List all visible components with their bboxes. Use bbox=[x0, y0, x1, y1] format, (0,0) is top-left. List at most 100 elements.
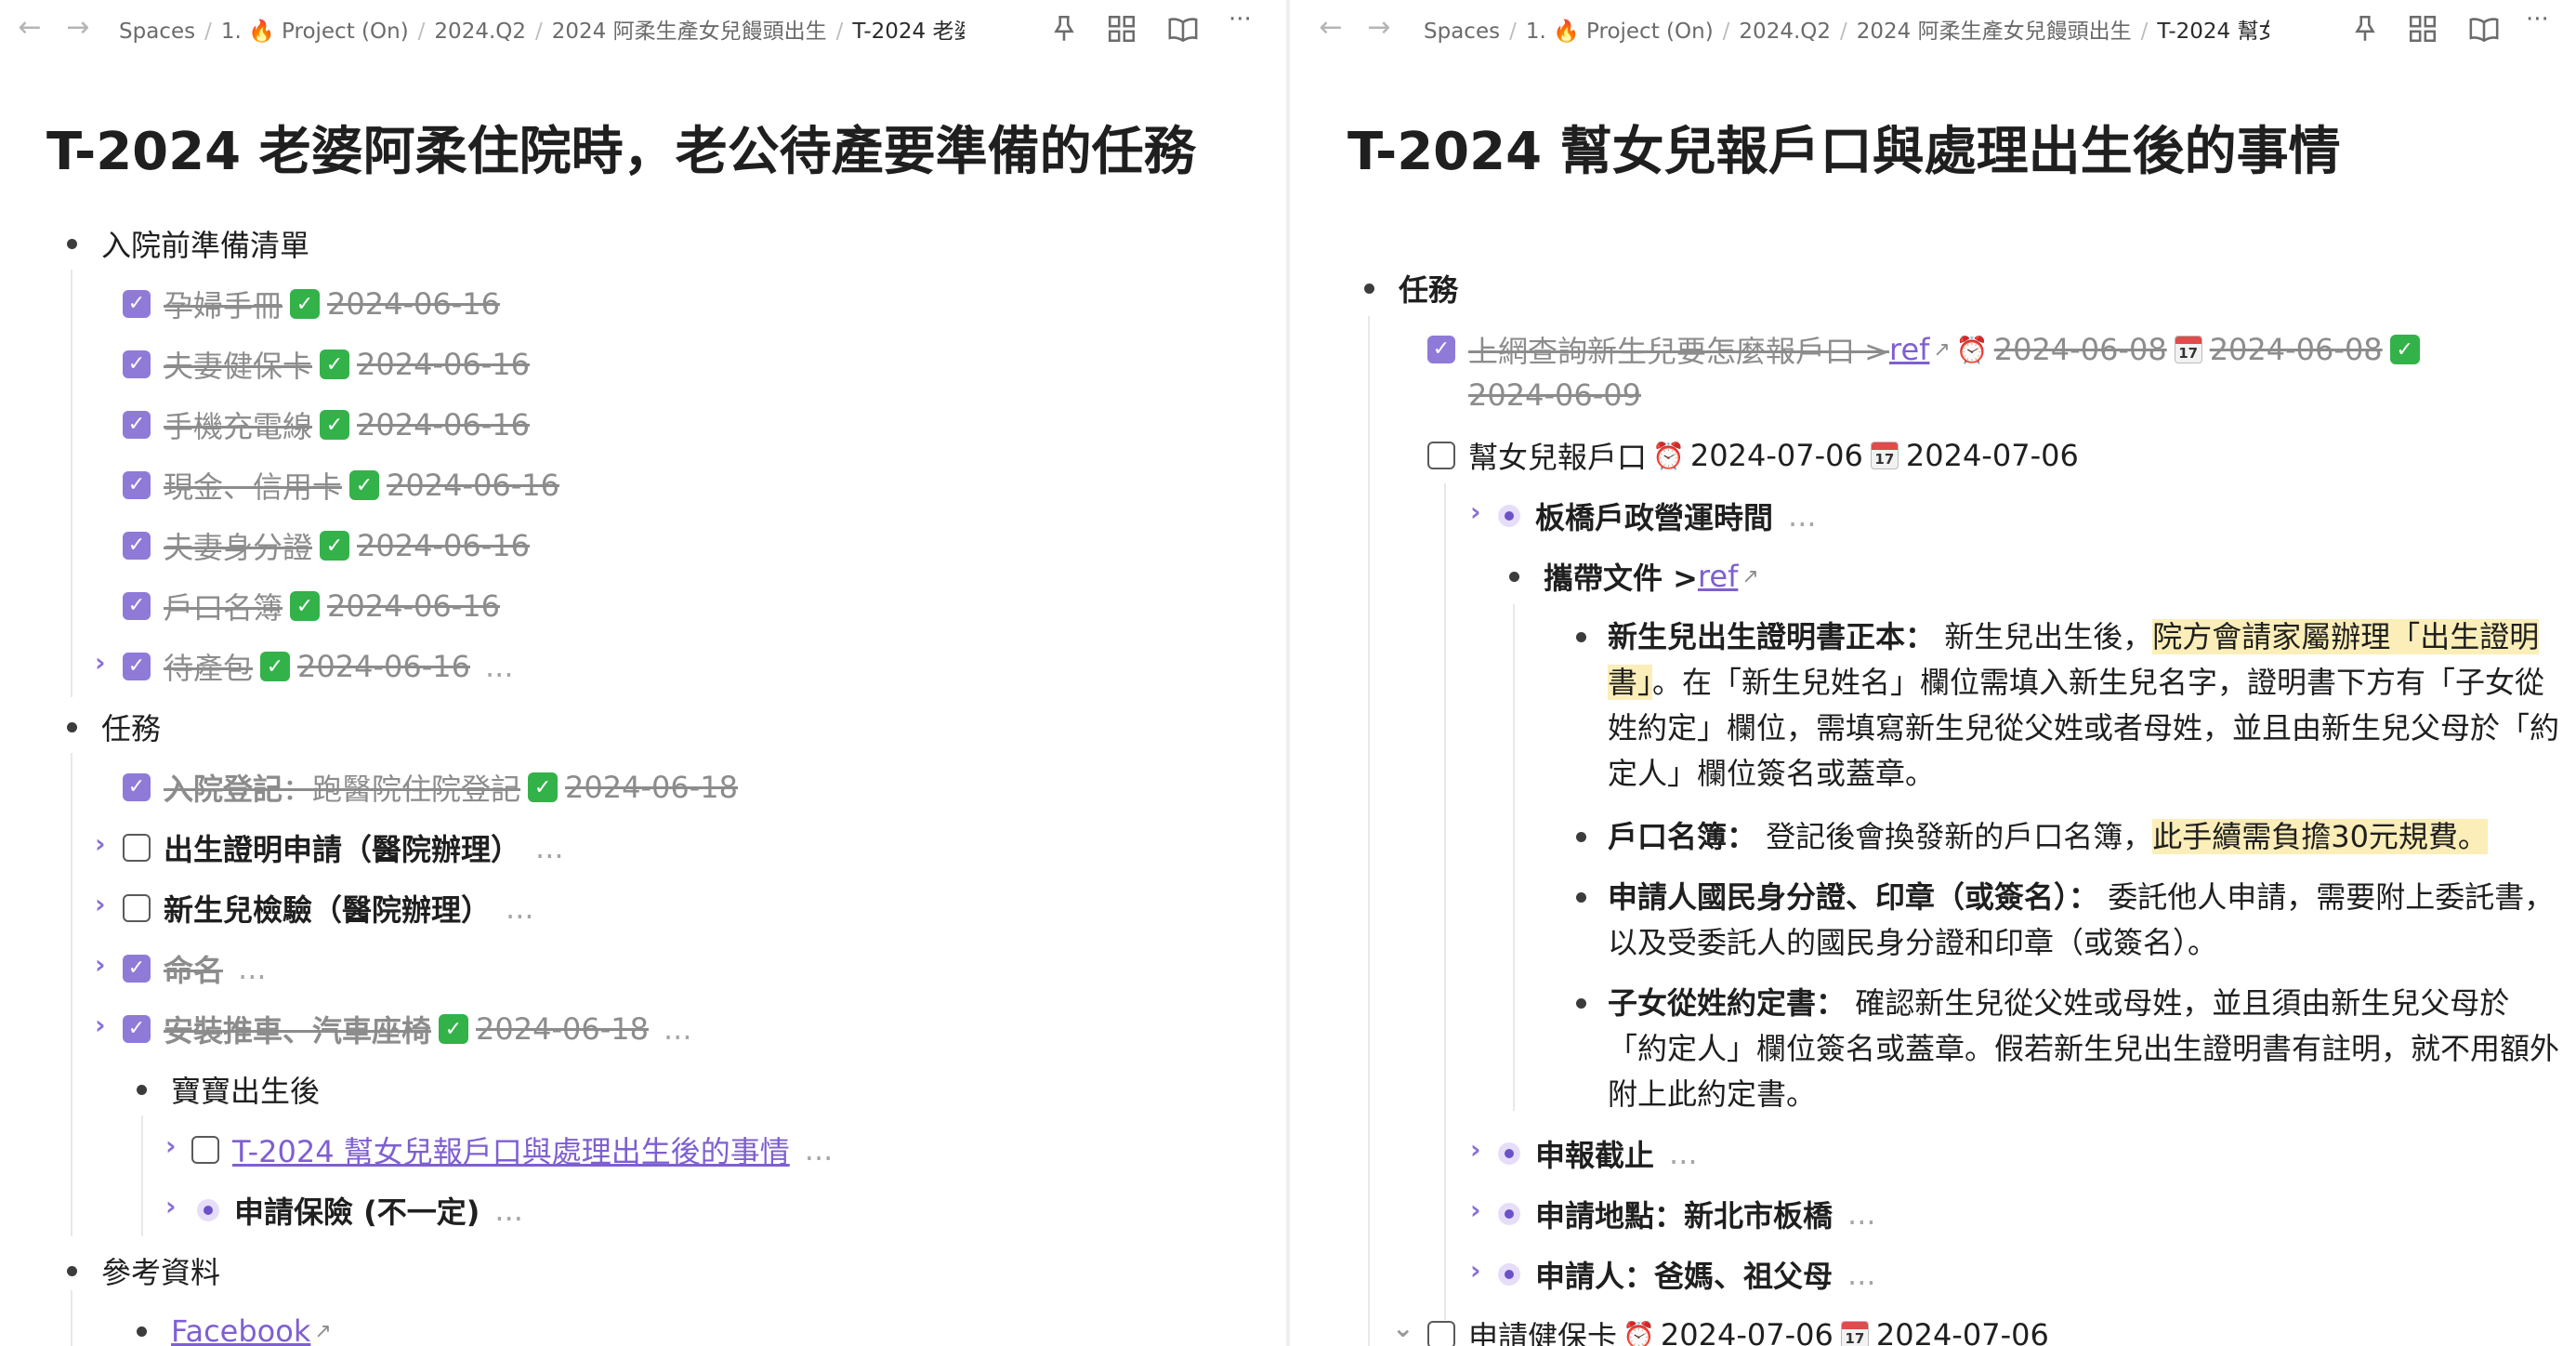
todo-label[interactable]: 上網查詢新生兒要怎麼報戶口 > bbox=[1468, 328, 1889, 371]
more-ellipsis[interactable]: ... bbox=[1788, 498, 1817, 534]
more-icon[interactable]: ··· bbox=[2526, 6, 2557, 37]
todo-label[interactable]: 夫妻健保卡 bbox=[164, 343, 312, 386]
document-text[interactable]: 。在「新生兒姓名」欄位需填入新生兒名字，證明書下方有「子女從姓約定」欄位，需填寫… bbox=[1608, 665, 2559, 791]
checkbox-icon[interactable] bbox=[1427, 1321, 1455, 1346]
breadcrumb-current[interactable]: T-2024 幫女 bbox=[2157, 20, 2269, 44]
collapsed-bullet-icon[interactable] bbox=[1498, 1203, 1520, 1225]
due-date[interactable]: 2024-07-06 bbox=[1906, 438, 2079, 473]
chevron-right-icon[interactable]: › bbox=[165, 1191, 177, 1221]
todo-label[interactable]: 幫女兒報戶口 bbox=[1468, 434, 1647, 477]
more-ellipsis[interactable]: ... bbox=[506, 891, 534, 926]
document-title[interactable]: 戶口名簿： bbox=[1608, 819, 1756, 854]
checkbox-icon[interactable] bbox=[191, 1136, 219, 1164]
document-title[interactable]: 子女從姓約定書： bbox=[1608, 985, 1846, 1021]
done-date[interactable]: 2024-06-09 bbox=[1468, 377, 1641, 413]
forward-arrow-icon[interactable]: → bbox=[1362, 11, 1396, 44]
chevron-right-icon[interactable]: › bbox=[1470, 1255, 1481, 1286]
breadcrumb-parent[interactable]: 2024 阿柔生產女兒饅頭出生 bbox=[552, 20, 827, 44]
back-arrow-icon[interactable]: ← bbox=[1314, 11, 1347, 44]
due-date[interactable]: 2024-06-08 bbox=[2210, 332, 2383, 367]
todo-label[interactable]: 命名 bbox=[164, 947, 223, 990]
breadcrumb-quarter[interactable]: 2024.Q2 bbox=[1739, 20, 1831, 44]
done-date[interactable]: 2024-06-16 bbox=[327, 588, 500, 624]
insurance-label[interactable]: 申請保險 (不一定) bbox=[234, 1189, 480, 1232]
more-ellipsis[interactable]: ... bbox=[664, 1011, 692, 1047]
todo-label[interactable]: 入院登記 bbox=[164, 766, 283, 809]
collapsed-bullet-icon[interactable] bbox=[1498, 1142, 1520, 1165]
applicant-label[interactable]: 申請人：爸媽、祖父母 bbox=[1535, 1253, 1833, 1296]
more-ellipsis[interactable]: ... bbox=[494, 1193, 523, 1228]
document-text[interactable]: 新生兒出生後， bbox=[1935, 619, 2152, 654]
todo-label[interactable]: 夫妻身分證 bbox=[164, 524, 312, 567]
todo-label[interactable]: 待產包 bbox=[164, 645, 253, 688]
done-date[interactable]: 2024-06-16 bbox=[357, 347, 530, 382]
docs-label[interactable]: 攜帶文件 > bbox=[1544, 555, 1698, 598]
done-date[interactable]: 2024-06-16 bbox=[357, 528, 530, 563]
done-date[interactable]: 2024-06-18 bbox=[476, 1011, 649, 1047]
alarm-date[interactable]: 2024-06-08 bbox=[1994, 332, 2167, 367]
document-text[interactable]: 登記後會換發新的戶口名簿， bbox=[1756, 819, 2152, 854]
checkbox-icon[interactable]: ✓ bbox=[123, 592, 151, 620]
place-label[interactable]: 申請地點：新北市板橋 bbox=[1535, 1193, 1833, 1235]
after-birth-label[interactable]: 寶寶出生後 bbox=[171, 1068, 320, 1111]
facebook-link[interactable]: Facebook bbox=[171, 1313, 310, 1346]
todo-label[interactable]: 出生證明申請（醫院辦理） bbox=[164, 826, 520, 869]
hours-label[interactable]: 板橋戶政營運時間 bbox=[1535, 495, 1773, 537]
chevron-right-icon[interactable]: › bbox=[1470, 1134, 1481, 1165]
done-date[interactable]: 2024-06-18 bbox=[565, 770, 738, 805]
breadcrumb-project[interactable]: 1. 🔥 Project (On) bbox=[1526, 20, 1714, 44]
todo-label[interactable]: 安裝推車、汽車座椅 bbox=[164, 1008, 431, 1050]
more-ellipsis[interactable]: ... bbox=[805, 1132, 834, 1168]
book-icon[interactable] bbox=[1167, 13, 1199, 45]
done-date[interactable]: 2024-06-16 bbox=[327, 286, 500, 322]
checkbox-icon[interactable]: ✓ bbox=[123, 411, 151, 439]
chevron-right-icon[interactable]: › bbox=[1470, 1194, 1481, 1225]
todo-label[interactable]: 孕婦手冊 bbox=[164, 283, 283, 325]
done-date[interactable]: 2024-06-16 bbox=[297, 649, 470, 684]
due-date[interactable]: 2024-07-06 bbox=[1876, 1317, 2049, 1346]
alarm-date[interactable]: 2024-07-06 bbox=[1690, 438, 1863, 473]
todo-label[interactable]: 現金、信用卡 bbox=[164, 464, 342, 507]
checkbox-icon[interactable]: ✓ bbox=[123, 290, 151, 318]
checkbox-icon[interactable] bbox=[123, 894, 151, 922]
breadcrumb-spaces[interactable]: Spaces bbox=[119, 20, 195, 44]
more-icon[interactable]: ··· bbox=[1229, 6, 1260, 37]
back-arrow-icon[interactable]: ← bbox=[13, 11, 46, 44]
breadcrumb-spaces[interactable]: Spaces bbox=[1424, 20, 1500, 44]
section-refs-label[interactable]: 參考資料 bbox=[101, 1249, 220, 1292]
breadcrumb-quarter[interactable]: 2024.Q2 bbox=[434, 20, 526, 44]
section-prep-label[interactable]: 入院前準備清單 bbox=[101, 222, 309, 265]
todo-label[interactable]: 手機充電線 bbox=[164, 403, 312, 446]
todo-label[interactable]: 戶口名簿 bbox=[164, 585, 283, 627]
checkbox-icon[interactable]: ✓ bbox=[123, 471, 151, 499]
checkbox-icon[interactable]: ✓ bbox=[1427, 336, 1455, 363]
chevron-right-icon[interactable]: › bbox=[95, 828, 106, 859]
grid-icon[interactable] bbox=[2407, 13, 2438, 45]
more-ellipsis[interactable]: ... bbox=[535, 830, 564, 865]
pin-icon[interactable] bbox=[1048, 13, 1080, 45]
breadcrumb-parent[interactable]: 2024 阿柔生產女兒饅頭出生 bbox=[1857, 20, 2132, 44]
checkbox-icon[interactable]: ✓ bbox=[123, 532, 151, 560]
more-ellipsis[interactable]: ... bbox=[1669, 1136, 1698, 1171]
highlighted-text[interactable]: 此手續需負擔30元規費。 bbox=[2152, 819, 2488, 854]
more-ellipsis[interactable]: ... bbox=[1847, 1196, 1876, 1232]
chevron-right-icon[interactable]: › bbox=[95, 889, 106, 919]
done-date[interactable]: 2024-06-16 bbox=[357, 407, 530, 442]
deadline-label[interactable]: 申報截止 bbox=[1535, 1132, 1654, 1175]
section-tasks-label[interactable]: 任務 bbox=[1399, 267, 1458, 310]
done-date[interactable]: 2024-06-16 bbox=[387, 468, 559, 503]
chevron-right-icon[interactable]: › bbox=[165, 1130, 177, 1161]
linked-task-link[interactable]: T-2024 幫女兒報戶口與處理出生後的事情 bbox=[232, 1128, 790, 1171]
checkbox-icon[interactable]: ✓ bbox=[123, 350, 151, 378]
collapsed-bullet-icon[interactable] bbox=[1498, 1263, 1520, 1286]
breadcrumb-current[interactable]: T-2024 老婆 bbox=[852, 20, 965, 44]
chevron-right-icon[interactable]: › bbox=[1470, 496, 1481, 527]
document-title[interactable]: 申請人國民身分證、印章（或簽名）： bbox=[1608, 879, 2098, 915]
more-ellipsis[interactable]: ... bbox=[1847, 1257, 1876, 1292]
alarm-date[interactable]: 2024-07-06 bbox=[1661, 1317, 1833, 1346]
more-ellipsis[interactable]: ... bbox=[485, 649, 514, 684]
checkbox-icon[interactable]: ✓ bbox=[123, 955, 151, 983]
more-ellipsis[interactable]: ... bbox=[238, 951, 267, 986]
todo-label[interactable]: 新生兒檢驗（醫院辦理） bbox=[164, 887, 491, 930]
chevron-down-icon[interactable]: ⌄ bbox=[1392, 1313, 1413, 1343]
